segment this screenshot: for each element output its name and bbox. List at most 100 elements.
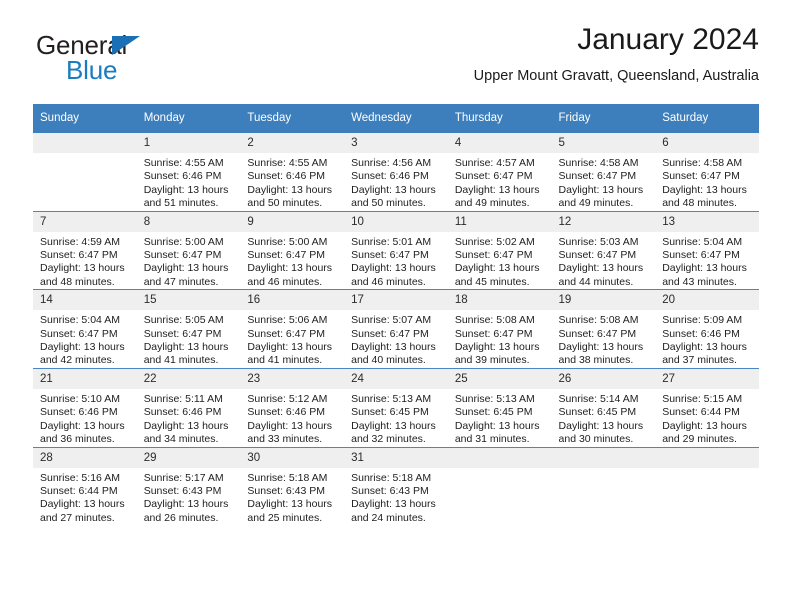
sunset-text: Sunset: 6:45 PM	[351, 406, 429, 419]
day-details: Sunrise: 5:14 AM Sunset: 6:45 PM Daylight:…	[552, 389, 656, 447]
sunrise-text: Sunrise: 5:11 AM	[143, 392, 223, 405]
weekday-header-thursday: Thursday	[447, 104, 552, 133]
day-number: 17	[344, 290, 448, 311]
calendar-week-row: 1 Sunrise: 4:55 AM Sunset: 6:46 PM Daylight…	[33, 133, 759, 212]
sunrise-text: Sunrise: 5:09 AM	[662, 314, 743, 327]
day-details: Sunrise: 5:05 AM Sunset: 6:47 PM Daylight:…	[137, 310, 241, 368]
sunset-text: Sunset: 6:47 PM	[558, 327, 637, 340]
sunrise-text: Sunrise: 5:18 AM	[351, 471, 432, 484]
day-number: 10	[344, 211, 448, 232]
weekday-header-monday: Monday	[136, 104, 241, 133]
calendar-week-row: 21 Sunrise: 5:10 AM Sunset: 6:46 PM Dayligh…	[33, 367, 759, 447]
calendar-day-cell[interactable]: 11 Sunrise: 5:02 AM Sunset: 6:47 PM Dayligh…	[447, 210, 552, 290]
day-number: 2	[240, 133, 345, 153]
calendar-day-cell[interactable]: 16 Sunrise: 5:06 AM Sunset: 6:47 PM Dayligh…	[240, 289, 345, 369]
calendar-day-cell[interactable]: 13 Sunrise: 5:04 AM Sunset: 6:47 PM Dayligh…	[655, 210, 759, 290]
sunset-text: Sunset: 6:47 PM	[662, 170, 740, 183]
day-number	[551, 447, 656, 468]
weekday-header-saturday: Saturday	[655, 104, 759, 133]
day-details: Sunrise: 5:04 AM Sunset: 6:47 PM Daylight:…	[33, 310, 137, 368]
daylight-text: Daylight: 13 hours	[662, 262, 747, 275]
day-number: 7	[33, 211, 137, 232]
calendar-day-cell[interactable]: 7 Sunrise: 4:59 AM Sunset: 6:47 PM Daylight…	[33, 210, 137, 290]
calendar-day-cell[interactable]: 31 Sunrise: 5:18 AM Sunset: 6:43 PM Dayligh…	[344, 446, 448, 526]
calendar-day-cell[interactable]: 20 Sunrise: 5:09 AM Sunset: 6:46 PM Dayligh…	[655, 289, 759, 369]
sunrise-text: Sunrise: 5:16 AM	[40, 471, 120, 484]
daylight-text: and 44 minutes.	[558, 275, 634, 288]
daylight-text: and 38 minutes.	[558, 354, 634, 367]
calendar-day-cell-empty	[447, 446, 552, 526]
calendar-day-cell[interactable]: 21 Sunrise: 5:10 AM Sunset: 6:46 PM Dayligh…	[33, 367, 137, 447]
day-details	[552, 468, 656, 472]
calendar-day-cell[interactable]: 12 Sunrise: 5:03 AM Sunset: 6:47 PM Dayligh…	[551, 210, 656, 290]
calendar-day-cell[interactable]: 2 Sunrise: 4:55 AM Sunset: 6:46 PM Daylight…	[240, 133, 345, 212]
calendar-day-cell-empty	[33, 133, 137, 212]
day-details	[655, 468, 759, 472]
sunrise-text: Sunrise: 5:04 AM	[40, 314, 120, 327]
day-number: 23	[240, 368, 345, 389]
day-details: Sunrise: 5:13 AM Sunset: 6:45 PM Daylight:…	[344, 389, 448, 447]
day-number	[33, 133, 137, 153]
sunrise-text: Sunrise: 4:56 AM	[351, 157, 432, 169]
calendar-day-cell[interactable]: 8 Sunrise: 5:00 AM Sunset: 6:47 PM Daylight…	[136, 210, 241, 290]
sunrise-text: Sunrise: 5:00 AM	[143, 235, 224, 248]
sunset-text: Sunset: 6:46 PM	[351, 170, 429, 183]
calendar-day-cell[interactable]: 6 Sunrise: 4:58 AM Sunset: 6:47 PM Daylight…	[655, 133, 759, 212]
daylight-text: and 24 minutes.	[351, 511, 426, 524]
calendar-day-cell[interactable]: 17 Sunrise: 5:07 AM Sunset: 6:47 PM Dayligh…	[344, 289, 448, 369]
day-details: Sunrise: 5:10 AM Sunset: 6:46 PM Daylight:…	[33, 389, 137, 447]
sunset-text: Sunset: 6:47 PM	[351, 327, 429, 340]
sunrise-text: Sunrise: 4:59 AM	[40, 235, 120, 248]
daylight-text: Daylight: 13 hours	[662, 183, 747, 196]
daylight-text: and 30 minutes.	[558, 433, 634, 446]
calendar-day-cell[interactable]: 15 Sunrise: 5:05 AM Sunset: 6:47 PM Dayligh…	[136, 289, 241, 369]
sunset-text: Sunset: 6:46 PM	[143, 406, 222, 419]
daylight-text: and 42 minutes.	[40, 354, 115, 367]
daylight-text: and 49 minutes.	[558, 197, 634, 210]
sunset-text: Sunset: 6:46 PM	[247, 406, 326, 419]
daylight-text: Daylight: 13 hours	[143, 262, 229, 275]
calendar-day-cell[interactable]: 14 Sunrise: 5:04 AM Sunset: 6:47 PM Dayligh…	[33, 289, 137, 369]
calendar-day-cell[interactable]: 26 Sunrise: 5:14 AM Sunset: 6:45 PM Dayligh…	[551, 367, 656, 447]
sunset-text: Sunset: 6:45 PM	[454, 406, 533, 419]
day-details: Sunrise: 4:58 AM Sunset: 6:47 PM Daylight:…	[552, 153, 656, 211]
daylight-text: Daylight: 13 hours	[351, 341, 436, 354]
sunrise-text: Sunrise: 5:08 AM	[558, 314, 639, 327]
sunset-text: Sunset: 6:47 PM	[454, 170, 533, 183]
day-number: 21	[33, 368, 137, 389]
day-number: 28	[33, 447, 137, 468]
calendar-day-cell[interactable]: 4 Sunrise: 4:57 AM Sunset: 6:47 PM Daylight…	[447, 133, 552, 212]
day-details: Sunrise: 5:03 AM Sunset: 6:47 PM Daylight:…	[552, 232, 656, 290]
calendar-day-cell[interactable]: 5 Sunrise: 4:58 AM Sunset: 6:47 PM Daylight…	[551, 133, 656, 212]
calendar-day-cell[interactable]: 23 Sunrise: 5:12 AM Sunset: 6:46 PM Dayligh…	[240, 367, 345, 447]
daylight-text: and 32 minutes.	[351, 433, 426, 446]
daylight-text: Daylight: 13 hours	[40, 341, 125, 354]
calendar-day-cell[interactable]: 27 Sunrise: 5:15 AM Sunset: 6:44 PM Dayligh…	[655, 367, 759, 447]
calendar-day-cell[interactable]: 22 Sunrise: 5:11 AM Sunset: 6:46 PM Dayligh…	[136, 367, 241, 447]
calendar-day-cell[interactable]: 29 Sunrise: 5:17 AM Sunset: 6:43 PM Dayligh…	[136, 446, 241, 526]
calendar-week-row: 7 Sunrise: 4:59 AM Sunset: 6:47 PM Daylight…	[33, 210, 759, 290]
calendar-day-cell[interactable]: 3 Sunrise: 4:56 AM Sunset: 6:46 PM Daylight…	[344, 133, 448, 212]
calendar-day-cell[interactable]: 10 Sunrise: 5:01 AM Sunset: 6:47 PM Dayligh…	[344, 210, 448, 290]
calendar-day-cell[interactable]: 25 Sunrise: 5:13 AM Sunset: 6:45 PM Dayligh…	[447, 367, 552, 447]
daylight-text: Daylight: 13 hours	[454, 341, 540, 354]
calendar-day-cell[interactable]: 9 Sunrise: 5:00 AM Sunset: 6:47 PM Daylight…	[240, 210, 345, 290]
logo-text-blue: Blue	[66, 55, 118, 85]
sunset-text: Sunset: 6:43 PM	[143, 484, 222, 497]
day-number: 6	[655, 133, 759, 153]
daylight-text: Daylight: 13 hours	[558, 262, 644, 275]
daylight-text: and 31 minutes.	[454, 433, 530, 446]
calendar-day-cell[interactable]: 28 Sunrise: 5:16 AM Sunset: 6:44 PM Dayligh…	[33, 446, 137, 526]
day-details: Sunrise: 5:09 AM Sunset: 6:46 PM Daylight:…	[655, 310, 759, 368]
calendar-day-cell[interactable]: 18 Sunrise: 5:08 AM Sunset: 6:47 PM Dayligh…	[447, 289, 552, 369]
weekday-header-row: Sunday Monday Tuesday Wednesday Thursday Frid…	[33, 104, 759, 133]
calendar-day-cell[interactable]: 24 Sunrise: 5:13 AM Sunset: 6:45 PM Dayligh…	[344, 367, 448, 447]
calendar-day-cell[interactable]: 19 Sunrise: 5:08 AM Sunset: 6:47 PM Dayligh…	[551, 289, 656, 369]
day-number: 16	[240, 290, 345, 311]
calendar-day-cell[interactable]: 1 Sunrise: 4:55 AM Sunset: 6:46 PM Daylight…	[136, 133, 241, 212]
page-title: January 2024	[577, 23, 759, 56]
day-number: 15	[136, 290, 241, 311]
calendar-day-cell[interactable]: 30 Sunrise: 5:18 AM Sunset: 6:43 PM Dayligh…	[240, 446, 345, 526]
daylight-text: and 48 minutes.	[662, 197, 737, 210]
sunrise-text: Sunrise: 4:57 AM	[454, 157, 535, 169]
